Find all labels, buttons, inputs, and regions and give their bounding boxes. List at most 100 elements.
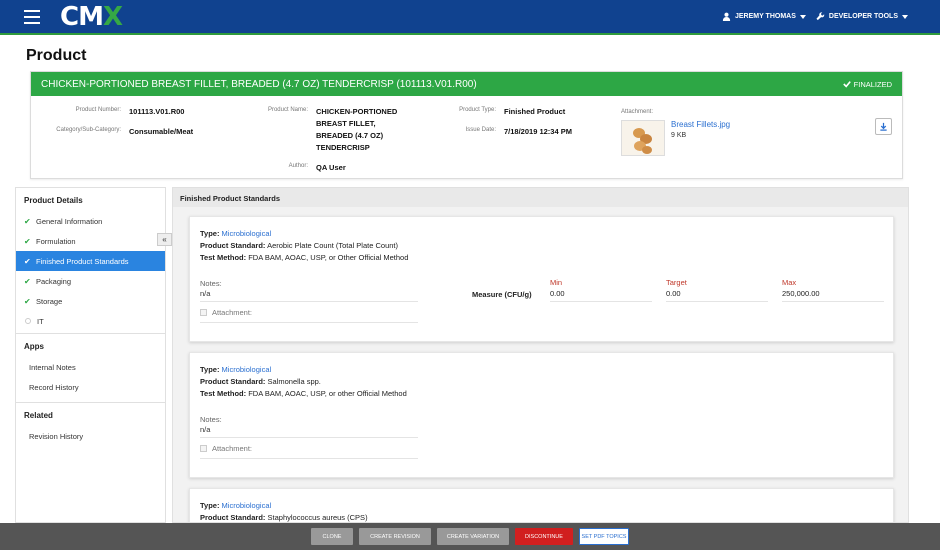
- main-content: Finished Product Standards Type: Microbi…: [172, 187, 909, 523]
- target-header: Target: [666, 278, 687, 287]
- product-number-value: 101113.V01.R00: [129, 107, 185, 116]
- sidebar-section-related: Related: [24, 411, 53, 420]
- product-standard-value: Salmonella spp.: [267, 377, 321, 386]
- type-label: Type:: [200, 229, 220, 238]
- product-standard-label: Product Standard:: [200, 377, 266, 386]
- developer-tools-label: DEVELOPER TOOLS: [828, 13, 898, 20]
- product-standard-value: Aerobic Plate Count (Total Plate Count): [267, 241, 398, 250]
- max-header: Max: [782, 278, 797, 287]
- set-pdf-topics-button[interactable]: SET PDF TOPICS: [579, 528, 629, 545]
- hamburger-menu-icon[interactable]: [24, 10, 40, 24]
- notes-value: n/a: [200, 289, 211, 298]
- type-label: Type:: [200, 501, 220, 510]
- author-label: Author:: [288, 163, 308, 169]
- sidebar-item-packaging[interactable]: ✔ Packaging: [16, 271, 165, 291]
- empty-circle-icon: [25, 318, 31, 324]
- sidebar-item-finished-product-standards[interactable]: ✔ Finished Product Standards: [16, 251, 165, 271]
- issue-date-label: Issue Date:: [465, 127, 496, 133]
- product-name-line: BREAST FILLET,: [316, 119, 376, 128]
- type-label: Type:: [200, 365, 220, 374]
- attachment-checkbox[interactable]: [200, 309, 207, 316]
- product-type-label: Product Type:: [459, 107, 496, 113]
- attachment-link[interactable]: Breast Fillets.jpg: [671, 120, 730, 129]
- status-text: FINALIZED: [853, 79, 892, 89]
- developer-tools-menu[interactable]: DEVELOPER TOOLS: [816, 12, 908, 21]
- collapse-sidebar-button[interactable]: «: [157, 233, 172, 246]
- type-value[interactable]: Microbiological: [222, 229, 272, 238]
- status-badge: FINALIZED: [842, 79, 892, 89]
- min-underline: [550, 301, 652, 302]
- discontinue-button[interactable]: DISCONTINUE: [515, 528, 573, 545]
- chevron-down-icon: [799, 14, 806, 19]
- download-icon: [880, 122, 887, 131]
- notes-underline: [200, 437, 418, 438]
- attachment-field[interactable]: Attachment:: [200, 308, 252, 317]
- max-column: Max 250,000.00: [782, 278, 820, 298]
- download-button[interactable]: [875, 118, 892, 135]
- standard-type: Type: Microbiological: [200, 501, 271, 510]
- top-navigation-bar: CM X JEREMY THOMAS DEVELOPER TOOLS: [0, 0, 940, 35]
- standard-test-method: Test Method: FDA BAM, AOAC, USP, or othe…: [200, 389, 407, 398]
- attachment-underline: [200, 322, 418, 323]
- product-details-sidebar: Product Details ✔ General Information ✔ Fo…: [15, 187, 166, 523]
- user-name: JEREMY THOMAS: [734, 13, 796, 20]
- sidebar-item-it[interactable]: IT: [16, 311, 165, 331]
- product-standard-label: Product Standard:: [200, 513, 266, 522]
- standard-card: Type: Microbiological Product Standard: …: [189, 352, 894, 478]
- test-method-label: Test Method:: [200, 253, 247, 262]
- user-menu[interactable]: JEREMY THOMAS: [722, 12, 806, 21]
- sidebar-item-label: Formulation: [36, 236, 76, 246]
- sidebar-item-general-information[interactable]: ✔ General Information: [16, 211, 165, 231]
- type-value[interactable]: Microbiological: [222, 365, 272, 374]
- notes-label: Notes:: [200, 279, 222, 288]
- standard-test-method: Test Method: FDA BAM, AOAC, USP, or Othe…: [200, 253, 408, 262]
- attachment-checkbox[interactable]: [200, 445, 207, 452]
- header-col-3: Product Type: Finished Product Issue Date…: [421, 106, 621, 146]
- standard-type: Type: Microbiological: [200, 229, 271, 238]
- target-underline: [666, 301, 768, 302]
- target-column: Target 0.00: [666, 278, 687, 298]
- sidebar-item-record-history[interactable]: Record History: [16, 377, 165, 397]
- create-variation-button[interactable]: CREATE VARIATION: [437, 528, 509, 545]
- min-value: 0.00: [550, 289, 565, 298]
- category-value: Consumable/Meat: [129, 127, 194, 136]
- sidebar-item-storage[interactable]: ✔ Storage: [16, 291, 165, 311]
- sidebar-item-label: Finished Product Standards: [36, 256, 129, 266]
- create-revision-button[interactable]: CREATE REVISION: [359, 528, 431, 545]
- target-value: 0.00: [666, 289, 681, 298]
- standard-product-standard: Product Standard: Salmonella spp.: [200, 377, 321, 386]
- standard-card: Type: Microbiological Product Standard: …: [189, 216, 894, 342]
- product-name-line: BREADED (4.7 OZ): [316, 131, 384, 140]
- attachment-underline: [200, 458, 418, 459]
- standard-type: Type: Microbiological: [200, 365, 271, 374]
- check-icon: ✔: [24, 236, 31, 246]
- attachment-label: Attachment:: [212, 308, 253, 317]
- sidebar-item-label: IT: [37, 316, 44, 326]
- standard-product-standard: Product Standard: Aerobic Plate Count (T…: [200, 241, 398, 250]
- check-icon: ✔: [24, 216, 31, 226]
- issue-date-value: 7/18/2019 12:34 PM: [504, 127, 572, 136]
- sidebar-item-revision-history[interactable]: Revision History: [16, 426, 165, 446]
- sidebar-item-formulation[interactable]: ✔ Formulation: [16, 231, 165, 251]
- type-value[interactable]: Microbiological: [222, 501, 272, 510]
- notes-value: n/a: [200, 425, 211, 434]
- attachment-field[interactable]: Attachment:: [200, 444, 252, 453]
- check-icon: ✔: [24, 276, 31, 286]
- product-name-value: CHICKEN-PORTIONED BREAST FILLET, BREADED…: [316, 106, 397, 154]
- clone-button[interactable]: CLONE: [311, 528, 353, 545]
- product-number-label: Product Number:: [75, 107, 121, 113]
- check-icon: ✔: [24, 296, 31, 306]
- attachment-thumbnail[interactable]: [621, 120, 665, 156]
- check-icon: ✔: [24, 256, 31, 266]
- sidebar-item-internal-notes[interactable]: Internal Notes: [16, 357, 165, 377]
- notes-underline: [200, 301, 418, 302]
- sidebar-section-apps: Apps: [24, 342, 44, 351]
- standard-card: Type: Microbiological Product Standard: …: [189, 488, 894, 522]
- cmx-logo[interactable]: CM X: [60, 4, 123, 30]
- max-value: 250,000.00: [782, 289, 820, 298]
- header-col-2: Product Name: CHICKEN-PORTIONED BREAST F…: [231, 106, 451, 182]
- top-nav-right: JEREMY THOMAS DEVELOPER TOOLS: [722, 12, 908, 21]
- page-title: Product: [26, 47, 87, 64]
- sidebar-item-label: Storage: [36, 296, 63, 306]
- min-column: Min 0.00: [550, 278, 565, 298]
